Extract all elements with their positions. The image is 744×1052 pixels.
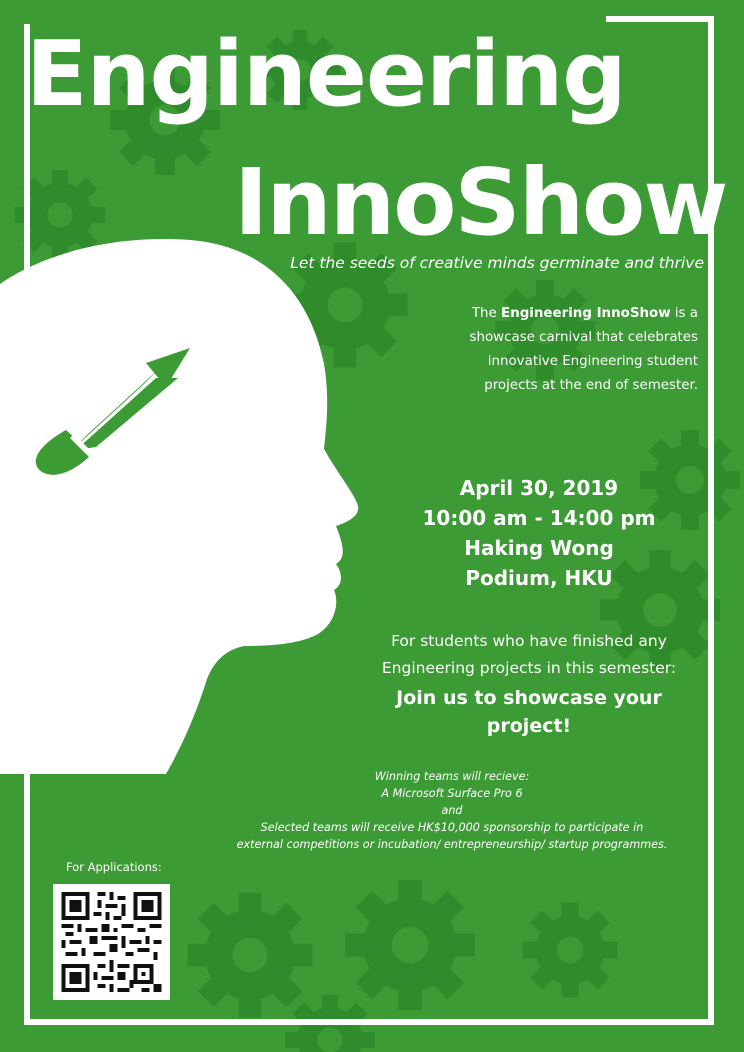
qr-code-icon[interactable] [53, 884, 170, 1000]
applications-label: For Applications: [66, 860, 162, 874]
event-date: April 30, 2019 [459, 476, 619, 500]
cta-headline: Join us to showcase your project! [396, 687, 662, 737]
prizes-line3: and [441, 804, 463, 817]
event-venue-line2: Podium, HKU [465, 566, 613, 590]
head-silhouette-icon [0, 239, 359, 774]
prizes-line1: Winning teams will recieve: [374, 770, 530, 783]
prizes-line4: Selected teams will receive HK$10,000 sp… [260, 821, 644, 834]
poster: Engineering InnoShow Let the seeds of cr… [0, 0, 744, 1052]
event-details: April 30, 2019 10:00 am - 14:00 pm Hakin… [380, 473, 698, 593]
event-time: 10:00 am - 14:00 pm [422, 506, 656, 530]
event-venue-line1: Haking Wong [464, 536, 614, 560]
title-line1: Engineering [26, 22, 627, 127]
title-line2: InnoShow [234, 149, 728, 256]
cta-lead: For students who have finished any Engin… [381, 632, 677, 677]
prizes-line2: A Microsoft Surface Pro 6 [381, 787, 523, 800]
call-to-action: For students who have finished any Engin… [356, 628, 702, 740]
tagline: Let the seeds of creative minds germinat… [290, 254, 704, 272]
intro-paragraph: The Engineering InnoShow is a showcase c… [438, 302, 698, 398]
prizes-info: Winning teams will recieve: A Microsoft … [196, 768, 708, 853]
prizes-line5: external competitions or incubation/ ent… [236, 838, 668, 851]
intro-prefix: The [471, 306, 502, 321]
intro-event-name: Engineering InnoShow [501, 306, 671, 321]
